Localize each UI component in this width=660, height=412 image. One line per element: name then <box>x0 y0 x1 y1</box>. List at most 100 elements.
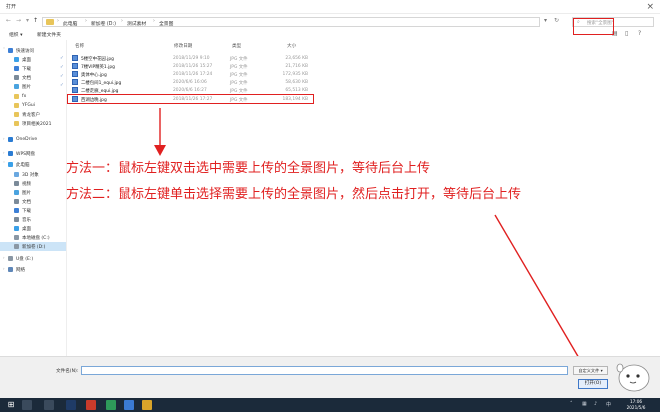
tray-arrow-icon[interactable]: ˄ <box>570 401 573 407</box>
sidebar-item-music[interactable]: 音乐 <box>0 215 66 224</box>
column-header-type[interactable]: 类型 <box>232 43 241 49</box>
sidebar-item-desktop[interactable]: 桌面 ✓ <box>0 55 66 64</box>
file-row[interactable]: 二楼走廊_equi.jpg 2020/6/6 16:27 JPG 文件 65,5… <box>72 86 312 94</box>
sidebar-item-folder-fx[interactable]: fx <box>0 92 66 101</box>
wechat-icon[interactable] <box>106 400 116 410</box>
sidebar-item-documents[interactable]: 文档 ✓ <box>0 73 66 82</box>
file-name: 7楼VIP精英1.jpg <box>81 64 115 70</box>
new-folder-button[interactable]: 新建文件夹 <box>37 31 61 38</box>
sidebar-item-pc-desktop[interactable]: 桌面 <box>0 224 66 233</box>
close-icon[interactable]: × <box>646 1 654 13</box>
cube-icon <box>14 172 19 177</box>
folder-icon <box>46 19 54 25</box>
file-type-filter-select[interactable]: 自定义文件 ▾ <box>573 366 608 375</box>
sidebar-item-pictures[interactable]: 图片 ✓ <box>0 82 66 91</box>
sidebar-item-drive-e[interactable]: › U盘 (E:) <box>0 254 66 263</box>
recent-dropdown-icon[interactable]: ▾ <box>26 17 29 24</box>
breadcrumb-drive-d[interactable]: 新加卷 (D:) <box>91 20 116 27</box>
document-icon <box>14 75 19 80</box>
forward-arrow-icon[interactable]: → <box>16 17 21 24</box>
task-view-icon[interactable] <box>44 400 54 410</box>
app-icon[interactable] <box>86 400 96 410</box>
chevron-right-icon[interactable]: › <box>3 255 5 260</box>
organize-button[interactable]: 组织 ▾ <box>9 31 23 38</box>
sidebar-item-folder-clients[interactable]: 青龙客户 <box>0 110 66 119</box>
address-dropdown-icon[interactable]: ▾ <box>544 17 547 24</box>
sidebar-item-label: 桌面 <box>22 57 31 63</box>
sidebar-item-label: 图片 <box>22 190 31 196</box>
sidebar-item-network[interactable]: › 网络 <box>0 265 66 274</box>
up-arrow-icon[interactable]: ↑ <box>33 17 38 24</box>
sidebar-item-quick-access[interactable]: ˅ 快速访问 <box>0 46 66 55</box>
folder-icon <box>14 94 19 99</box>
download-icon <box>14 66 19 71</box>
file-row[interactable]: 奥体中心.jpg 2018/11/26 17:24 JPG 文件 172,935… <box>72 70 312 78</box>
file-row[interactable]: 7楼VIP精英1.jpg 2018/11/26 15:27 JPG 文件 21,… <box>72 62 312 70</box>
search-icon[interactable] <box>22 400 32 410</box>
refresh-icon[interactable]: ↻ <box>554 17 559 24</box>
chevron-down-icon[interactable]: ˅ <box>3 47 5 52</box>
sidebar-item-downloads[interactable]: 下载 ✓ <box>0 64 66 73</box>
file-size: 58,630 KB <box>285 79 308 85</box>
sidebar-item-pc-documents[interactable]: 文档 <box>0 197 66 206</box>
computer-icon <box>8 162 13 167</box>
sidebar-item-label: 文档 <box>22 199 31 205</box>
breadcrumb-this-pc[interactable]: 此电脑 <box>63 20 77 27</box>
breadcrumb-separator-icon: › <box>153 19 155 24</box>
sidebar-item-drive-c[interactable]: 本地磁盘 (C:) <box>0 233 66 242</box>
sidebar-item-label: 桌面 <box>22 226 31 232</box>
image-file-icon <box>72 87 78 93</box>
sidebar-item-pc-pictures[interactable]: 图片 <box>0 188 66 197</box>
file-explorer-icon[interactable] <box>142 400 152 410</box>
image-file-icon <box>72 71 78 77</box>
sidebar-item-label: 快速访问 <box>16 48 34 54</box>
chevron-down-icon[interactable]: ˅ <box>3 161 5 166</box>
help-icon[interactable]: ? <box>638 30 641 37</box>
sidebar-item-3d-objects[interactable]: 3D 对象 <box>0 170 66 179</box>
sidebar-item-label: OneDrive <box>16 136 38 142</box>
volume-icon[interactable]: ♪ <box>594 401 597 407</box>
sidebar-item-onedrive[interactable]: › OneDrive <box>0 135 66 144</box>
browser-icon[interactable] <box>124 400 134 410</box>
network-icon <box>8 267 13 272</box>
column-header-date[interactable]: 修改日期 <box>174 43 192 49</box>
photoshop-icon[interactable] <box>66 400 76 410</box>
file-row[interactable]: 5楼空中花园.jpg 2018/11/29 9:10 JPG 文件 23,656… <box>72 54 312 62</box>
sidebar-item-label: 项目相关2021 <box>22 121 52 127</box>
navigation-pane: ˅ 快速访问 桌面 ✓ 下载 ✓ 文档 ✓ 图片 ✓ fx YFGui 青龙客户… <box>0 40 67 356</box>
column-header-size[interactable]: 大小 <box>287 43 296 49</box>
drive-icon <box>14 235 19 240</box>
sidebar-item-pc-downloads[interactable]: 下载 <box>0 206 66 215</box>
sidebar-item-videos[interactable]: 视频 <box>0 179 66 188</box>
breadcrumb-test-assets[interactable]: 测试素材 <box>127 20 146 27</box>
sidebar-item-label: U盘 (E:) <box>16 256 34 262</box>
input-method-icon[interactable]: 中 <box>606 401 611 408</box>
sidebar-item-folder-projects[interactable]: 项目相关2021 <box>0 119 66 128</box>
windows-start-icon[interactable]: ⊞ <box>6 400 16 410</box>
sidebar-item-wps-drive[interactable]: › WPS网盘 <box>0 149 66 158</box>
system-clock[interactable]: 17:06 2021/5/6 <box>618 399 654 410</box>
chevron-right-icon[interactable]: › <box>3 266 5 271</box>
column-header-name[interactable]: 名称 <box>75 43 84 49</box>
sidebar-item-drive-d[interactable]: 新加卷 (D:) <box>0 242 66 251</box>
breadcrumb-panorama[interactable]: 全景图 <box>159 20 173 27</box>
address-bar[interactable]: › 此电脑 › 新加卷 (D:) › 测试素材 › 全景图 <box>42 17 540 27</box>
folder-icon <box>14 112 19 117</box>
preview-pane-icon[interactable]: ▯ <box>625 30 628 37</box>
download-icon <box>14 208 19 213</box>
chevron-right-icon[interactable]: › <box>3 150 5 155</box>
sidebar-item-this-pc[interactable]: ˅ 此电脑 <box>0 160 66 169</box>
folder-icon <box>14 121 19 126</box>
file-date: 2020/6/6 16:27 <box>173 87 207 93</box>
title-bar: 打开 × <box>0 0 660 14</box>
network-tray-icon[interactable]: ▦ <box>582 401 587 407</box>
document-icon <box>14 199 19 204</box>
file-row[interactable]: 二楼包间1_equi.jpg 2020/6/6 16:06 JPG 文件 58,… <box>72 78 312 86</box>
sidebar-item-folder-yfgui[interactable]: YFGui <box>0 101 66 110</box>
back-arrow-icon[interactable]: ← <box>6 17 11 24</box>
dialog-footer: 文件名(N): 自定义文件 ▾ 打开(O) <box>0 356 660 398</box>
highlight-box-selected-file <box>67 94 314 104</box>
filename-input[interactable] <box>81 366 568 375</box>
chevron-right-icon[interactable]: › <box>3 136 5 141</box>
open-button[interactable]: 打开(O) <box>578 379 608 389</box>
